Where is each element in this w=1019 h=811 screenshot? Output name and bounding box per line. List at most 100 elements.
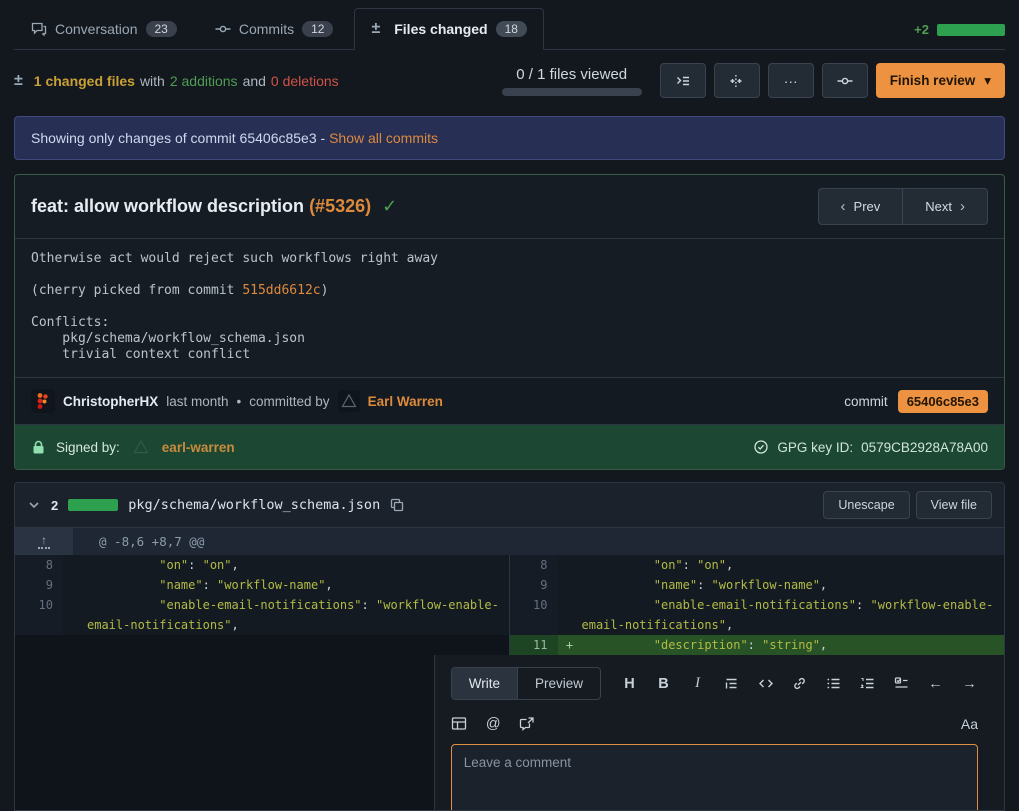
diff-file-box: 2 pkg/schema/workflow_schema.json Unesca…	[14, 482, 1005, 811]
conversation-count-badge: 23	[146, 21, 177, 37]
cherry-pick-line: (cherry picked from commit 515dd6612c)	[31, 283, 988, 299]
pr-files-changed-page: Conversation 23 Commits 12 ± Files chang…	[0, 0, 1019, 811]
issue-ref[interactable]: (#5326)	[309, 196, 371, 216]
inline-comment-form: Write Preview H B I	[435, 655, 1004, 810]
file-header: 2 pkg/schema/workflow_schema.json Unesca…	[15, 483, 1004, 528]
outline-list-button[interactable]	[660, 63, 706, 98]
preview-tab[interactable]: Preview	[518, 668, 600, 699]
line-number[interactable]: 10	[510, 595, 558, 615]
copy-path-icon[interactable]	[390, 498, 404, 512]
commit-sha-badge[interactable]: 65406c85e3	[898, 390, 988, 413]
file-name[interactable]: pkg/schema/workflow_schema.json	[128, 497, 380, 513]
reference-icon[interactable]	[519, 715, 536, 732]
diff-marker: +	[558, 635, 582, 655]
code-text: "enable-email-notifications": "workflow-…	[582, 595, 1005, 615]
code-text: email-notifications",	[582, 615, 1005, 635]
commit-time: last month	[166, 394, 228, 409]
unordered-list-icon[interactable]	[825, 675, 842, 692]
editor-mode-tabs: Write Preview	[451, 667, 601, 700]
unescape-button[interactable]: Unescape	[823, 491, 909, 519]
indent-icon[interactable]: →	[961, 675, 978, 692]
more-options-button[interactable]: ···	[768, 63, 814, 98]
split-diff-button[interactable]	[714, 63, 760, 98]
commit-icon	[837, 73, 853, 89]
prev-commit-button[interactable]: ‹ Prev	[818, 188, 903, 225]
bold-icon[interactable]: B	[655, 675, 672, 692]
tab-conversation-label: Conversation	[55, 21, 138, 37]
diff-code-line: 9 "name": "workflow-name",	[15, 575, 510, 595]
quote-icon[interactable]	[723, 675, 740, 692]
diff-table: 8 "on": "on",8 "on": "on",9 "name": "wor…	[15, 555, 1004, 655]
tab-commits[interactable]: Commits 12	[198, 9, 351, 49]
gpg-key-info: GPG key ID: 0579CB2928A78A00	[753, 439, 988, 455]
tab-commits-label: Commits	[239, 21, 294, 37]
diff-code-line: 9 "name": "workflow-name",	[510, 575, 1005, 595]
mention-icon[interactable]: @	[485, 715, 502, 732]
commit-filter-banner: Showing only changes of commit 65406c85e…	[14, 116, 1005, 160]
diff-marker	[63, 575, 87, 595]
banner-text: Showing only changes of commit 65406c85e…	[31, 130, 325, 146]
diff-row: 9 "name": "workflow-name",9 "name": "wor…	[15, 575, 1004, 595]
markdown-toolbar-row2: @ Aa	[451, 715, 978, 732]
outline-list-icon	[675, 73, 691, 89]
chevron-down-icon[interactable]	[27, 498, 41, 512]
author-avatar[interactable]	[31, 389, 55, 413]
line-number[interactable]: 9	[510, 575, 558, 595]
line-number[interactable]: 8	[510, 555, 558, 575]
diff-icon: ±	[371, 20, 380, 38]
commit-select-button[interactable]	[822, 63, 868, 98]
link-icon[interactable]	[791, 675, 808, 692]
write-tab[interactable]: Write	[452, 668, 518, 699]
file-diff-stat-bar	[68, 499, 118, 511]
code-text: "on": "on",	[582, 555, 1005, 575]
code-icon[interactable]	[757, 675, 774, 692]
font-toggle-icon[interactable]: Aa	[961, 716, 978, 732]
italic-icon[interactable]: I	[689, 675, 706, 692]
table-icon[interactable]	[451, 715, 468, 732]
outdent-icon[interactable]: ←	[927, 675, 944, 692]
line-number[interactable]: 9	[15, 575, 63, 595]
finish-review-button[interactable]: Finish review ▾	[876, 63, 1005, 98]
show-all-commits-link[interactable]: Show all commits	[329, 130, 438, 146]
ordered-list-icon[interactable]	[859, 675, 876, 692]
commits-count-badge: 12	[302, 21, 333, 37]
code-text: "enable-email-notifications": "workflow-…	[87, 595, 509, 615]
heading-icon[interactable]: H	[621, 675, 638, 692]
files-viewed-label: 0 / 1 files viewed	[502, 66, 642, 83]
diff-code-line: 10 "enable-email-notifications": "workfl…	[510, 595, 1005, 615]
split-diff-icon	[729, 73, 745, 89]
lock-icon	[31, 440, 46, 455]
chevron-left-icon: ‹	[841, 198, 846, 215]
diff-marker	[558, 595, 582, 615]
files-viewed: 0 / 1 files viewed	[502, 66, 642, 96]
diff-marker	[63, 635, 87, 655]
conflict-file: pkg/schema/workflow_schema.json	[31, 331, 988, 347]
committer-avatar[interactable]	[338, 390, 360, 412]
pr-tab-bar: Conversation 23 Commits 12 ± Files chang…	[14, 0, 1005, 50]
diff-row: email-notifications", email-notifications…	[15, 615, 1004, 635]
diff-code-line: 10 "enable-email-notifications": "workfl…	[15, 595, 510, 615]
diff-code-line: email-notifications",	[15, 615, 510, 635]
next-commit-button[interactable]: Next ›	[902, 188, 988, 225]
signer-link[interactable]: earl-warren	[162, 440, 235, 455]
commits-icon	[215, 21, 231, 37]
tab-files-changed[interactable]: ± Files changed 18	[354, 8, 544, 50]
line-number[interactable]: 8	[15, 555, 63, 575]
summary-text: with	[140, 73, 165, 89]
diff-marker	[558, 615, 582, 635]
committer-link[interactable]: Earl Warren	[368, 394, 443, 409]
code-text: "on": "on",	[87, 555, 509, 575]
additions-count: +2	[914, 22, 929, 37]
view-file-button[interactable]: View file	[916, 491, 992, 519]
tab-conversation[interactable]: Conversation 23	[14, 9, 194, 49]
line-number[interactable]: 10	[15, 595, 63, 615]
task-list-icon[interactable]	[893, 675, 910, 692]
badge-check-icon	[753, 439, 769, 455]
expand-hunk-button[interactable]: ↑	[15, 528, 73, 555]
signer-avatar[interactable]	[130, 436, 152, 458]
plus-minus-icon: ±	[14, 72, 23, 90]
author-link[interactable]: ChristopherHX	[63, 394, 158, 409]
comment-textarea[interactable]	[451, 744, 978, 811]
cherry-pick-sha-link[interactable]: 515dd6612c	[242, 283, 320, 298]
line-number[interactable]: 11	[510, 635, 558, 655]
